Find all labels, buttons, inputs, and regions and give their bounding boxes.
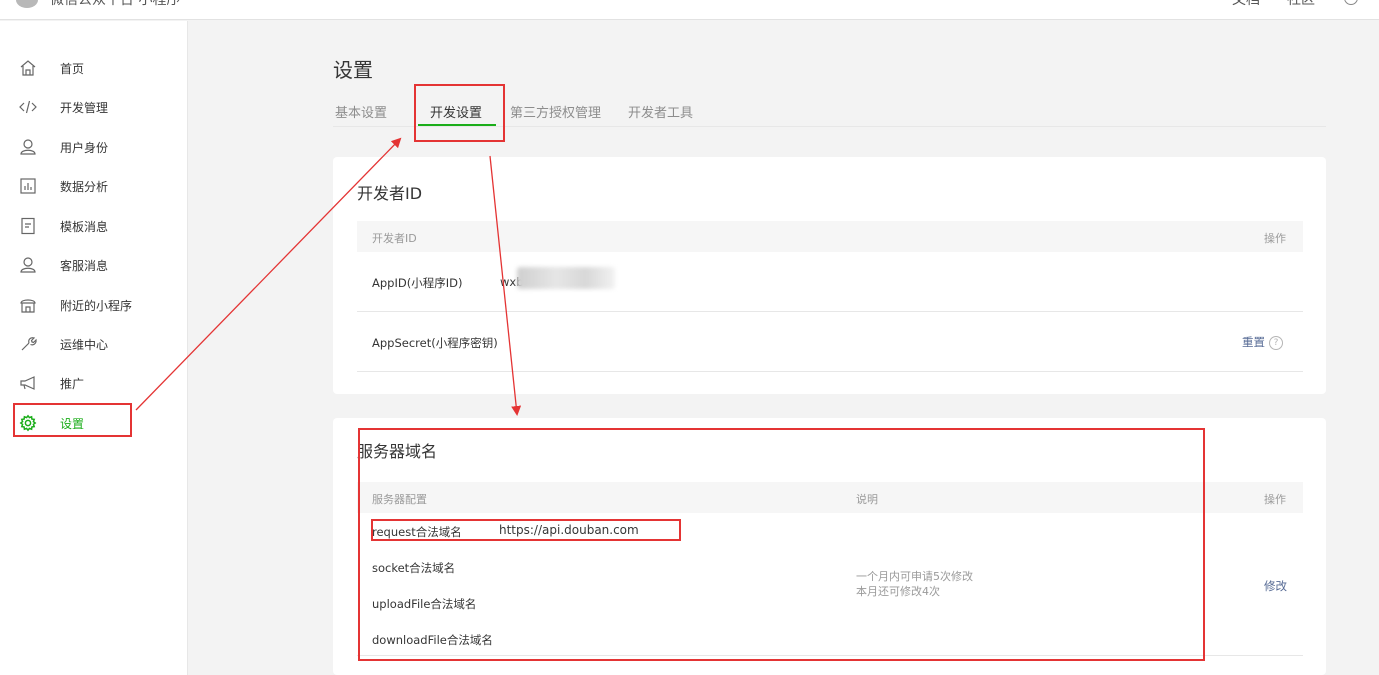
document-icon	[19, 217, 37, 235]
sidebar-item-label: 用户身份	[60, 141, 109, 155]
megaphone-icon	[19, 374, 37, 392]
sidebar-item-customer-service[interactable]: 客服消息	[0, 245, 188, 285]
appsecret-label: AppSecret(小程序密钥)	[372, 336, 498, 350]
column-header-developer-id: 开发者ID	[372, 232, 417, 245]
column-header-action: 操作	[1264, 232, 1286, 245]
sidebar-item-label: 开发管理	[60, 101, 109, 115]
tab-basic-settings[interactable]: 基本设置	[335, 102, 387, 121]
store-icon	[19, 296, 37, 314]
tab-developer-tools[interactable]: 开发者工具	[628, 102, 693, 121]
developer-id-card	[333, 157, 1326, 394]
sidebar-item-label: 附近的小程序	[60, 299, 133, 313]
wrench-icon	[19, 335, 37, 353]
developer-id-table-header	[357, 221, 1303, 252]
appid-label: AppID(小程序ID)	[372, 276, 463, 290]
help-icon[interactable]: ?	[1269, 335, 1283, 350]
customer-service-icon	[19, 256, 37, 274]
sidebar-item-label: 客服消息	[60, 259, 109, 273]
page-title: 设置	[333, 58, 373, 82]
user-icon	[19, 138, 37, 156]
sidebar-item-dev-management[interactable]: 开发管理	[0, 87, 188, 127]
row-divider	[357, 311, 1303, 312]
annotation-box-settings	[13, 403, 132, 437]
tab-third-party-auth[interactable]: 第三方授权管理	[510, 102, 601, 121]
annotation-box-dev-settings-tab	[414, 84, 505, 142]
sidebar-item-template-message[interactable]: 模板消息	[0, 206, 188, 246]
annotation-box-request-domain	[371, 519, 681, 541]
annotation-box-server-domain	[358, 428, 1205, 661]
reset-secret-link[interactable]: 重置?	[1242, 334, 1283, 350]
top-bar: 微信公众平台 小程序 文档 社区	[0, 0, 1379, 20]
sidebar-item-label: 推广	[60, 377, 85, 391]
sidebar-item-label: 模板消息	[60, 220, 109, 234]
sidebar-item-nearby-miniprogram[interactable]: 附近的小程序	[0, 285, 188, 325]
modify-server-domain-link[interactable]: 修改	[1264, 578, 1287, 594]
home-icon	[19, 59, 37, 77]
developer-id-title: 开发者ID	[357, 184, 423, 203]
sidebar-item-label: 数据分析	[60, 180, 109, 194]
brand-title: 微信公众平台 小程序	[50, 0, 181, 8]
sidebar-item-promotion[interactable]: 推广	[0, 363, 188, 403]
sidebar-item-home[interactable]: 首页	[0, 48, 188, 88]
appid-redacted-blur	[517, 267, 615, 289]
user-avatar-icon[interactable]	[1344, 0, 1358, 5]
row-divider	[357, 371, 1303, 372]
sidebar-item-ops-center[interactable]: 运维中心	[0, 324, 188, 364]
column-header-action: 操作	[1264, 493, 1286, 506]
sidebar-item-label: 运维中心	[60, 338, 109, 352]
sidebar-item-user-identity[interactable]: 用户身份	[0, 127, 188, 167]
nav-link-community[interactable]: 社区	[1287, 0, 1315, 9]
sidebar: 首页 开发管理 用户身份 数据分析 模板消息 客服消息 附近的小程序 运维中心 …	[0, 21, 188, 675]
sidebar-item-label: 首页	[60, 62, 85, 76]
chart-icon	[19, 177, 37, 195]
wechat-logo-icon	[16, 0, 38, 8]
nav-link-docs[interactable]: 文档	[1232, 0, 1260, 9]
sidebar-item-data-analysis[interactable]: 数据分析	[0, 166, 188, 206]
code-icon	[19, 98, 37, 116]
